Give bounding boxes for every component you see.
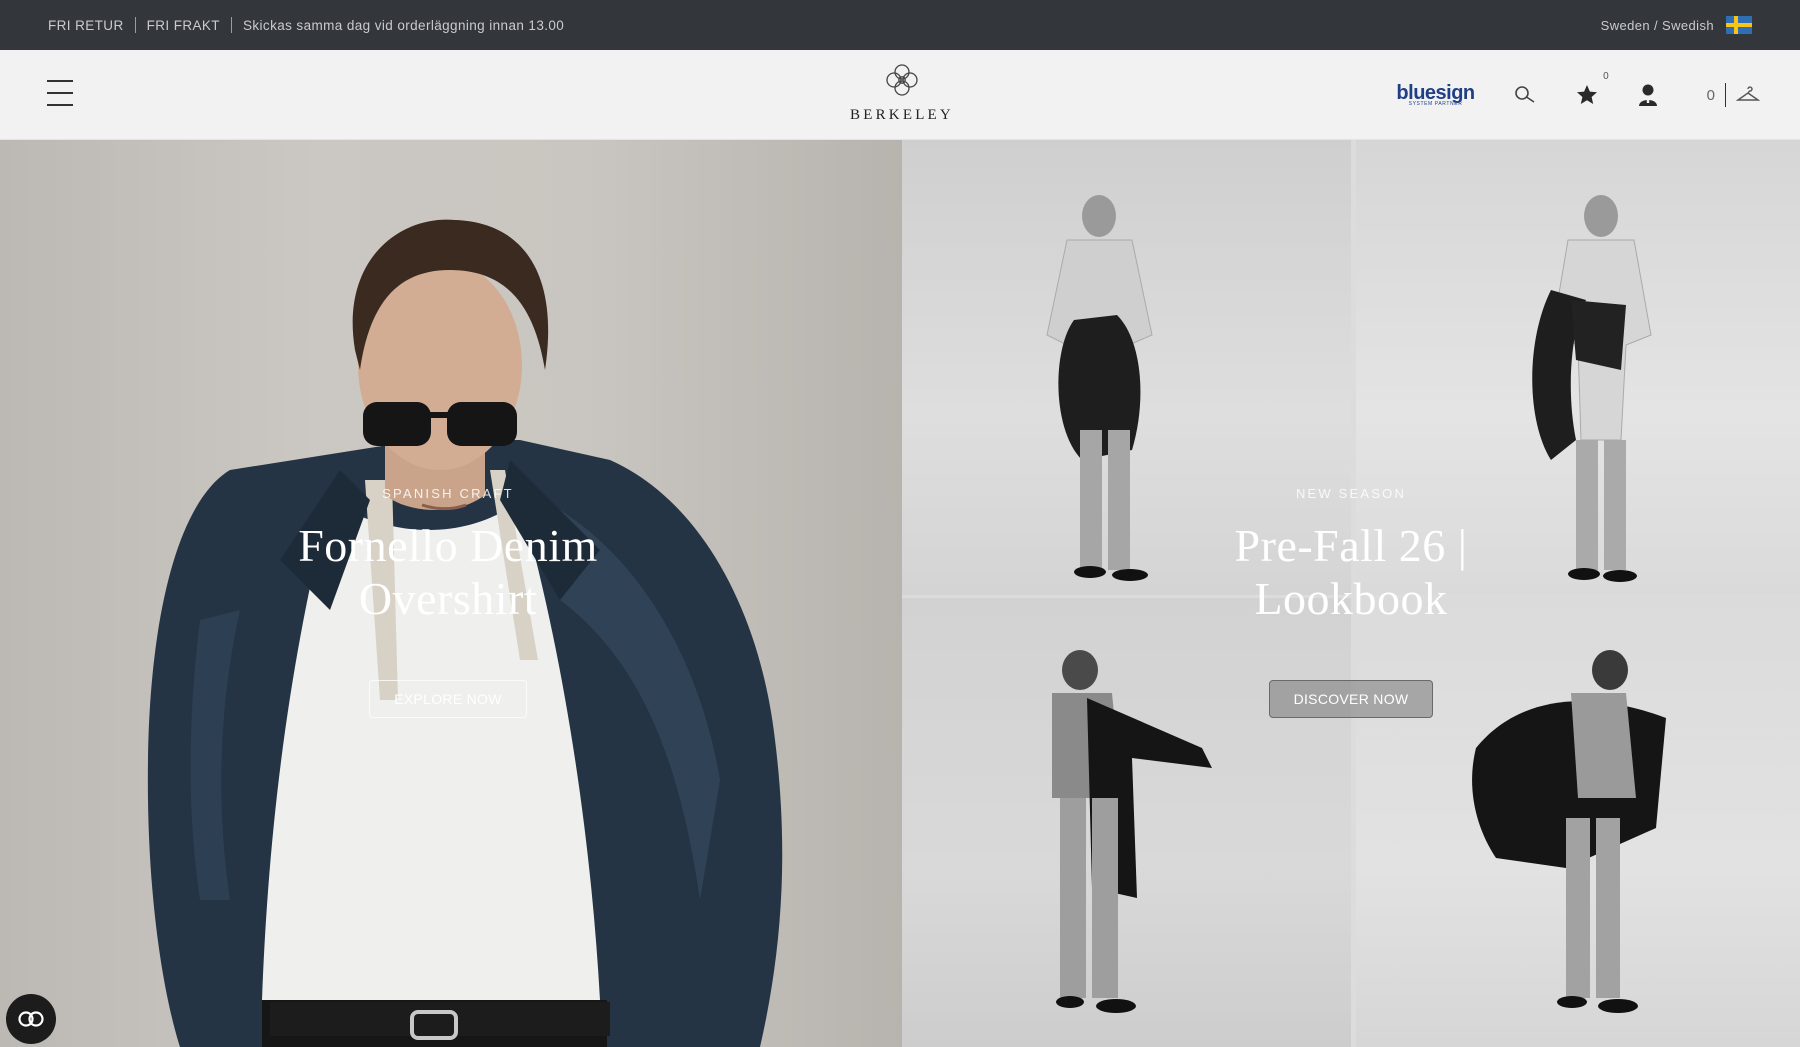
announcement-divider (230, 17, 232, 33)
cart-button[interactable]: 0 (1707, 83, 1760, 107)
right-hero-title-line1: Pre-Fall 26 | (1234, 520, 1468, 571)
search-icon (1514, 86, 1535, 103)
locale-selector[interactable]: Sweden / Swedish (1601, 16, 1752, 34)
explore-now-button[interactable]: EXPLORE NOW (369, 680, 527, 718)
hero-right-panel[interactable]: NEW SEASON Pre-Fall 26 | Lookbook DISCOV… (902, 140, 1800, 1047)
hanger-icon (1736, 86, 1760, 101)
cart-divider (1725, 83, 1726, 107)
right-hero-title-line2: Lookbook (1254, 573, 1448, 624)
cart-count: 0 (1706, 86, 1715, 104)
left-hero-title-line2: Overshirt (358, 573, 538, 624)
quatrefoil-logo-icon (886, 64, 918, 96)
right-hero-eyebrow: NEW SEASON (1295, 486, 1407, 501)
star-icon (1576, 85, 1597, 104)
wishlist-count-badge: 0 (1603, 71, 1609, 82)
menu-line (47, 92, 73, 94)
hero-left-panel[interactable]: SPANISH CRAFT Fornello Denim Overshirt E… (0, 140, 902, 1047)
left-hero-eyebrow: SPANISH CRAFT (382, 486, 514, 501)
locale-label: Sweden / Swedish (1600, 17, 1714, 33)
right-hero-overlay: NEW SEASON Pre-Fall 26 | Lookbook DISCOV… (1071, 486, 1631, 718)
account-button[interactable] (1637, 83, 1659, 107)
discover-now-button[interactable]: DISCOVER NOW (1268, 680, 1434, 718)
user-icon (1638, 84, 1657, 106)
announcement-same-day: Skickas samma dag vid orderläggning inna… (242, 17, 565, 33)
cookie-consent-button[interactable] (6, 994, 56, 1044)
brand-logo[interactable]: BERKELEY (820, 62, 984, 124)
announcement-free-returns: FRI RETUR (48, 17, 124, 33)
right-hero-title: Pre-Fall 26 | Lookbook (1071, 519, 1631, 625)
consent-icon (18, 1011, 44, 1027)
hamburger-menu-button[interactable] (47, 80, 73, 108)
menu-line (47, 104, 73, 106)
left-hero-overlay: SPANISH CRAFT Fornello Denim Overshirt E… (168, 486, 728, 718)
bluesign-partner-logo[interactable]: bluesign SYSTEM PARTNER (1396, 83, 1475, 107)
wishlist-button[interactable]: 0 (1575, 71, 1609, 107)
left-hero-title-line1: Fornello Denim (298, 520, 598, 571)
brand-wordmark: BERKELEY (850, 107, 954, 123)
search-button[interactable] (1513, 83, 1537, 107)
hero-section: SPANISH CRAFT Fornello Denim Overshirt E… (0, 140, 1800, 1047)
announcement-items: FRI RETUR FRI FRAKT Skickas samma dag vi… (48, 17, 564, 33)
menu-line (47, 80, 73, 82)
left-hero-title: Fornello Denim Overshirt (168, 519, 728, 625)
header-actions: bluesign SYSTEM PARTNER 0 0 (1396, 50, 1760, 140)
sweden-flag-icon (1726, 16, 1752, 34)
announcement-bar: FRI RETUR FRI FRAKT Skickas samma dag vi… (0, 0, 1800, 50)
announcement-divider (134, 17, 136, 33)
announcement-free-shipping: FRI FRAKT (146, 17, 220, 33)
site-header: BERKELEY bluesign SYSTEM PARTNER 0 0 (0, 50, 1800, 140)
